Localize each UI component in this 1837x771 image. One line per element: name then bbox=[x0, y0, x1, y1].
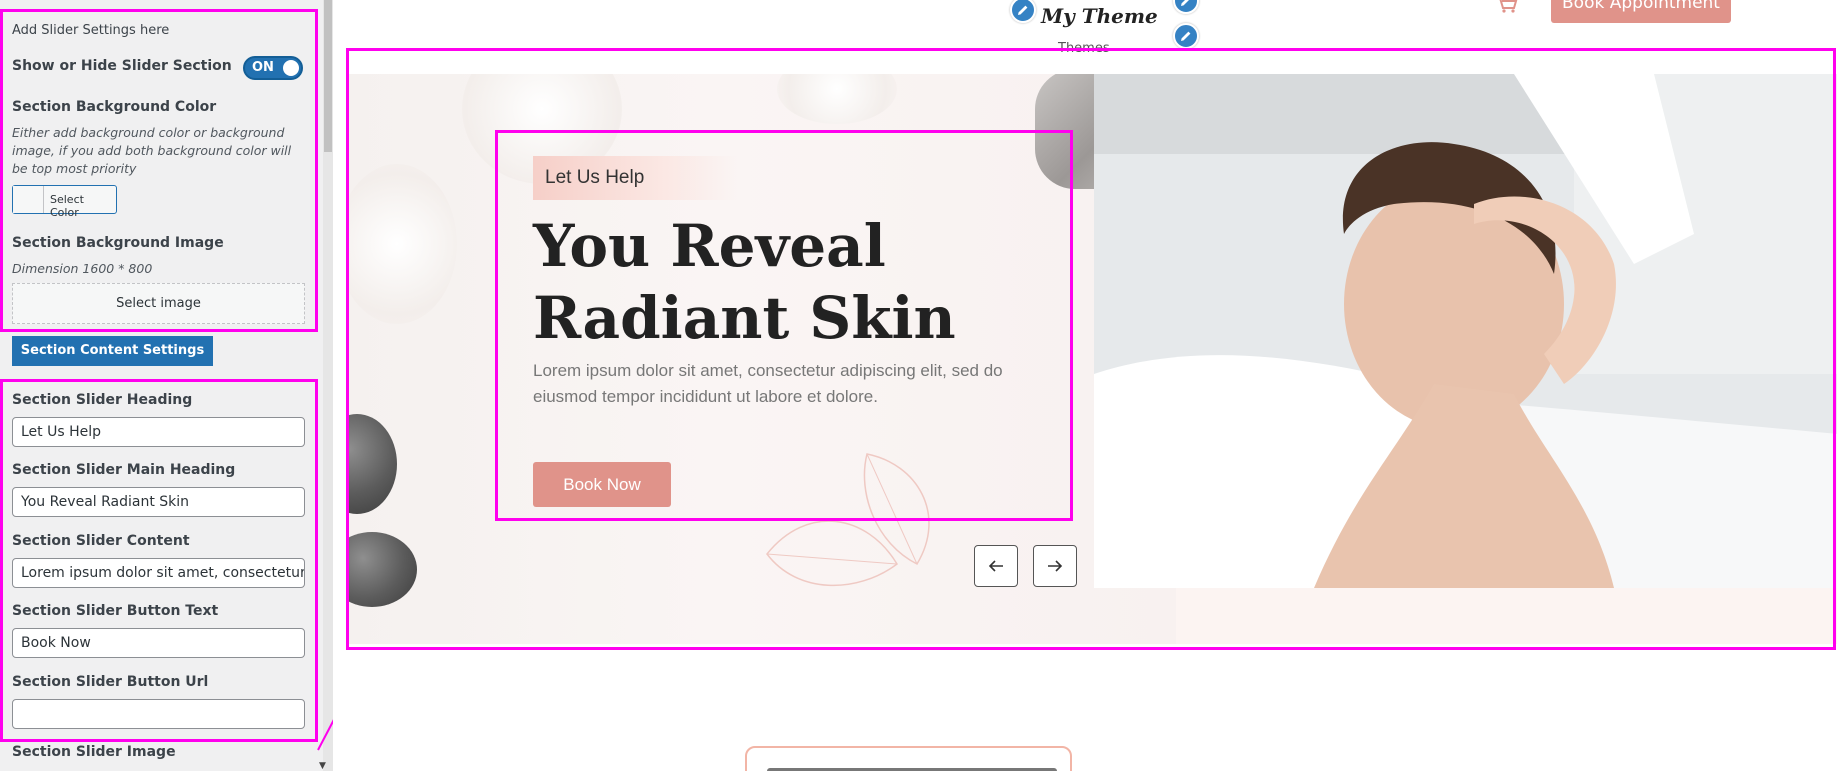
nav-edit-pencil-icon[interactable] bbox=[1173, 23, 1199, 49]
highlight-background-settings bbox=[0, 9, 318, 332]
highlight-content-settings bbox=[0, 379, 318, 742]
site-preview: My Theme Themes Book Appointment Let Us … bbox=[333, 0, 1837, 771]
logo-edit-pencil-icon[interactable] bbox=[1010, 0, 1036, 23]
highlight-slide-content bbox=[495, 130, 1073, 521]
site-logo[interactable]: My Theme bbox=[1041, 4, 1158, 28]
book-appointment-button[interactable]: Book Appointment bbox=[1551, 0, 1731, 23]
service-card bbox=[745, 746, 1072, 771]
panel-scroll-thumb[interactable] bbox=[324, 0, 332, 152]
scroll-down-arrow-icon[interactable]: ▼ bbox=[319, 761, 326, 771]
content-settings-button[interactable]: Section Content Settings bbox=[12, 336, 213, 366]
customizer-panel: Add Slider Settings here Show or Hide Sl… bbox=[0, 0, 333, 771]
cart-icon[interactable] bbox=[1494, 0, 1518, 14]
field-label-slider-image: Section Slider Image bbox=[12, 744, 176, 760]
menu-edit-pencil-icon[interactable] bbox=[1173, 0, 1199, 14]
